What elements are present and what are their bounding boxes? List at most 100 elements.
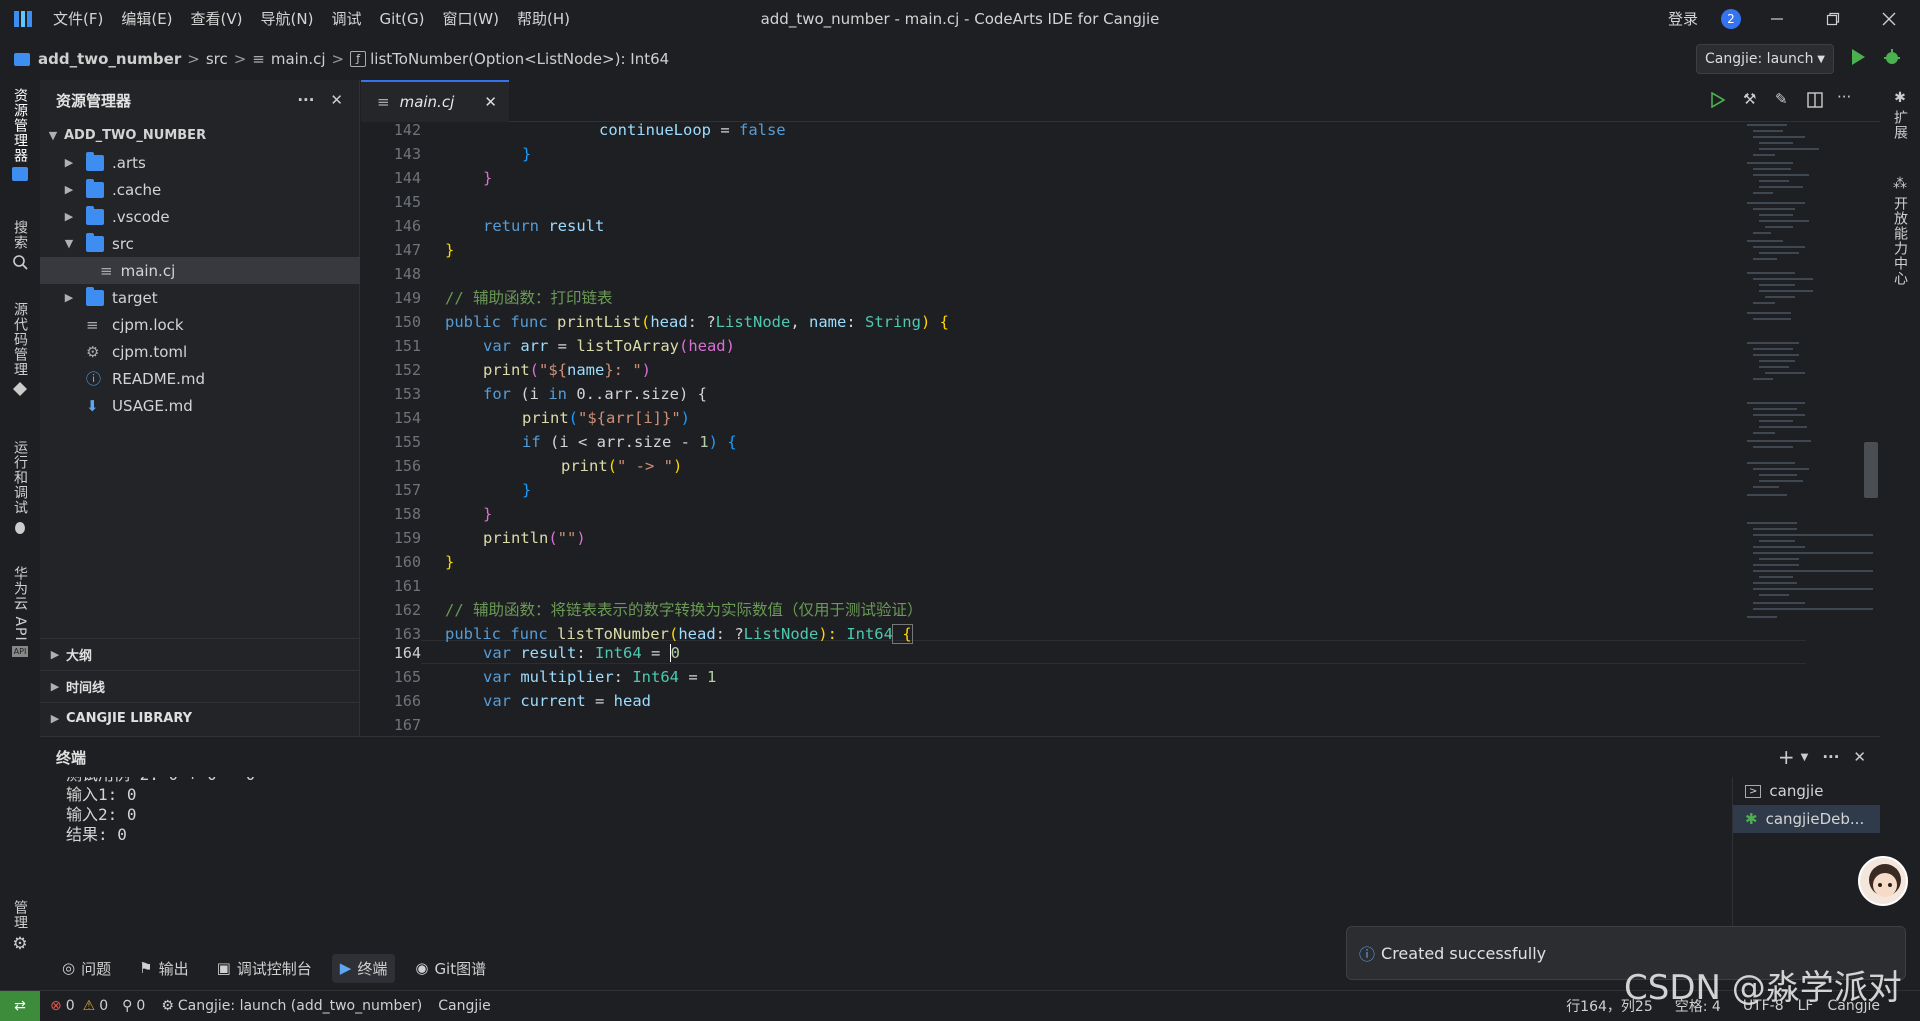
warning-icon[interactable]: ⚠ <box>83 998 96 1014</box>
menu-help[interactable]: 帮助(H) <box>508 0 579 38</box>
login-button[interactable]: 登录 <box>1668 0 1698 38</box>
minimap[interactable] <box>1745 122 1880 736</box>
section-label: CANGJIE LIBRARY <box>66 711 193 726</box>
line-number: 157 <box>393 481 421 499</box>
activity-api-label: 华为云 API <box>12 566 28 642</box>
activity-api[interactable]: 华为云 API API <box>0 566 40 657</box>
tab-git-graph[interactable]: ◉ Git图谱 <box>407 954 494 983</box>
more-icon[interactable]: ··· <box>1822 748 1839 766</box>
editor-scrollbar[interactable] <box>1864 442 1878 498</box>
git-icon: ◉ <box>415 959 429 977</box>
menu-debug[interactable]: 调试 <box>322 0 370 38</box>
run-file-icon[interactable] <box>1711 91 1726 112</box>
section-cangjie-library[interactable]: ▶ CANGJIE LIBRARY <box>40 702 360 734</box>
breadcrumb-symbol[interactable]: listToNumber(Option<ListNode>): Int64 <box>370 50 669 68</box>
breadcrumb-project[interactable]: add_two_number <box>38 50 181 68</box>
restore-icon[interactable] <box>1806 0 1860 38</box>
menu-navigate[interactable]: 导航(N) <box>252 0 323 38</box>
tree-item-vscode[interactable]: ▶ .vscode <box>40 203 360 230</box>
bug-icon <box>12 519 28 539</box>
terminal-icon: ▶ <box>339 959 352 977</box>
code-line: println("") <box>483 529 586 547</box>
code-comment: // 辅助函数：打印链表 <box>445 289 613 307</box>
menu-file[interactable]: 文件(F) <box>44 0 112 38</box>
tree-item-cache[interactable]: ▶ .cache <box>40 176 360 203</box>
tree-item-cjpm-toml[interactable]: ⚙ cjpm.toml <box>40 338 360 365</box>
notification-badge[interactable]: 2 <box>1721 9 1741 29</box>
close-panel-icon[interactable]: ✕ <box>1853 748 1866 766</box>
tab-label: 输出 <box>158 959 189 978</box>
tree-item-label: target <box>112 288 158 307</box>
tab-debug-console[interactable]: ▣ 调试控制台 <box>209 954 320 983</box>
terminal-session[interactable]: > cangjie <box>1733 777 1880 805</box>
tree-item-usage[interactable]: ⬇ USAGE.md <box>40 392 360 419</box>
tab-label: 调试控制台 <box>236 959 312 978</box>
debug-icon[interactable] <box>1882 47 1902 71</box>
section-timeline[interactable]: ▶ 时间线 <box>40 670 360 702</box>
error-count[interactable]: 0 <box>66 998 75 1014</box>
breadcrumb-file[interactable]: main.cj <box>271 50 326 68</box>
warning-count[interactable]: 0 <box>99 998 108 1014</box>
tab-terminal[interactable]: ▶ 终端 <box>331 953 396 983</box>
add-terminal-icon[interactable]: + <box>1778 745 1795 769</box>
chevron-right-icon: ▶ <box>50 712 60 725</box>
files-icon <box>12 167 28 181</box>
assistant-avatar[interactable] <box>1858 856 1908 906</box>
tree-root[interactable]: ▼ ADD_TWO_NUMBER <box>40 122 360 149</box>
file-lines-icon: ≡ <box>252 50 265 68</box>
activity-run-debug[interactable]: 运行和调试 <box>0 440 40 539</box>
menu-git[interactable]: Git(G) <box>370 0 433 38</box>
section-label: 时间线 <box>66 681 106 696</box>
code-line: print("${name}: ") <box>483 361 652 379</box>
activity-manage[interactable]: 管理 ⚙ <box>0 900 40 954</box>
tree-item-arts[interactable]: ▶ .arts <box>40 149 360 176</box>
chevron-right-icon: ▶ <box>64 210 74 223</box>
split-editor-icon[interactable] <box>1807 92 1823 112</box>
remote-icon[interactable]: ⇄ <box>0 990 40 1021</box>
launch-icon: ⚙ <box>161 997 174 1014</box>
line-number: 161 <box>393 577 421 595</box>
code-editor[interactable]: 142 143 144 145 146 147 148 149 150 151 … <box>361 122 1880 736</box>
build-icon[interactable]: ⚒ <box>1743 90 1756 108</box>
edit-icon[interactable]: ✎ <box>1775 90 1788 108</box>
menu-view[interactable]: 查看(V) <box>182 0 252 38</box>
more-icon[interactable]: ··· <box>297 91 314 109</box>
line-number: 165 <box>393 668 421 686</box>
activity-scm[interactable]: 源代码管理 <box>0 302 40 401</box>
tree-item-readme[interactable]: ⓘ README.md <box>40 365 360 392</box>
tab-main-cj[interactable]: ≡ main.cj ✕ <box>361 80 509 122</box>
tab-problems[interactable]: ◎ 问题 <box>54 954 119 983</box>
tree-item-src[interactable]: ▼ src <box>40 230 360 257</box>
activity-search[interactable]: 搜索 <box>0 220 40 274</box>
line-number: 145 <box>393 193 421 211</box>
activity-extensions[interactable]: ✱ 扩展 <box>1880 90 1920 140</box>
launch-status[interactable]: Cangjie: launch (add_two_number) <box>178 998 422 1014</box>
more-icon[interactable]: ··· <box>1837 88 1851 106</box>
close-window-icon[interactable] <box>1862 0 1916 38</box>
run-icon[interactable] <box>1850 48 1866 70</box>
terminal-output-area[interactable]: 测试用例 2: 0 + 0 = 0 输入1: 0 输入2: 0 结果: 0 <box>40 777 1732 951</box>
run-config-select[interactable]: Cangjie: launch ▼ <box>1696 44 1834 74</box>
tree-item-main-cj[interactable]: ≡ main.cj <box>40 257 360 284</box>
close-icon[interactable]: ✕ <box>330 91 343 109</box>
code-line: var current = head <box>483 692 651 710</box>
tree-item-target[interactable]: ▶ target <box>40 284 360 311</box>
tree-item-label: .vscode <box>112 207 170 226</box>
activity-open-center[interactable]: ⁂ 开放能力中心 <box>1880 176 1920 286</box>
activity-explorer[interactable]: 资源管理器 <box>0 88 40 181</box>
section-outline[interactable]: ▶ 大纲 <box>40 638 360 670</box>
ports-icon[interactable]: ⚲ <box>122 998 132 1014</box>
breadcrumb-folder[interactable]: src <box>206 50 228 68</box>
minimize-icon[interactable] <box>1750 0 1804 38</box>
line-number: 144 <box>393 169 421 187</box>
chevron-down-icon[interactable]: ▼ <box>1801 752 1809 763</box>
language-mode[interactable]: Cangjie <box>438 998 491 1014</box>
tree-item-cjpm-lock[interactable]: ≡ cjpm.lock <box>40 311 360 338</box>
close-tab-icon[interactable]: ✕ <box>484 93 497 111</box>
menu-window[interactable]: 窗口(W) <box>433 0 508 38</box>
tab-output[interactable]: ⚑ 输出 <box>131 954 196 983</box>
menu-edit[interactable]: 编辑(E) <box>112 0 181 38</box>
error-icon[interactable]: ⊗ <box>50 998 62 1014</box>
ports-count[interactable]: 0 <box>136 998 145 1014</box>
terminal-session[interactable]: ✱ cangjieDeb... <box>1733 805 1880 833</box>
